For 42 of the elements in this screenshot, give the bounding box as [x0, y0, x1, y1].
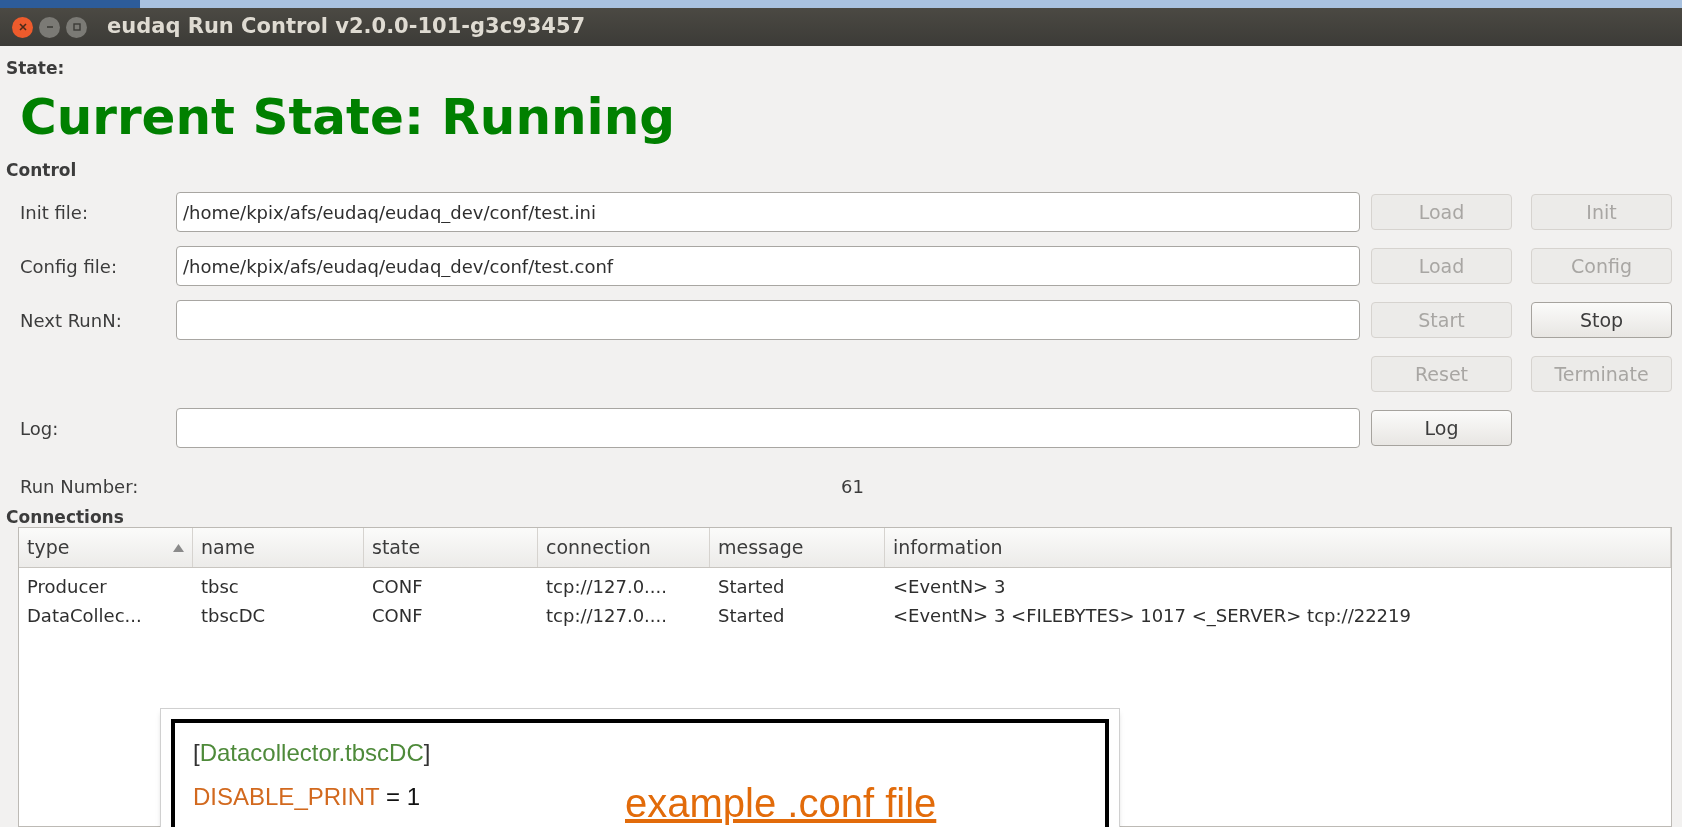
column-header[interactable]: name [193, 528, 364, 567]
run-number-label: Run Number: [19, 474, 140, 499]
table-cell: CONF [372, 605, 423, 626]
column-header[interactable]: message [710, 528, 885, 567]
action-button[interactable]: Stop [1531, 302, 1672, 338]
annotation-caption: example .conf file [625, 780, 937, 827]
config-line: [Datacollector.tbscDC] [193, 738, 431, 768]
minimize-icon[interactable] [39, 16, 60, 38]
config-line: DISABLE_PRINT = 1 [193, 782, 420, 812]
table-cell: DataCollec... [27, 605, 142, 626]
text-field[interactable]: /home/kpix/afs/eudaq/eudaq_dev/conf/test.ini [176, 192, 1360, 232]
connections-label: Connections [6, 507, 124, 527]
close-icon[interactable] [12, 16, 33, 38]
table-cell: Producer [27, 576, 107, 597]
table-cell: tcp://127.0.... [546, 576, 667, 597]
field-label: Config file: [20, 255, 117, 277]
text-field[interactable] [176, 408, 1360, 448]
field-label: Next RunN: [20, 309, 122, 331]
table-cell: tcp://127.0.... [546, 605, 667, 626]
action-button[interactable]: Log [1371, 410, 1512, 446]
field-label: Log: [20, 417, 59, 439]
run-number-value: 61 [841, 474, 864, 499]
table-cell: Started [718, 576, 785, 597]
table-cell: tbscDC [201, 605, 266, 626]
text-field[interactable] [176, 300, 1360, 340]
table-cell: Started [718, 605, 785, 626]
current-state: Current State: Running [20, 86, 676, 148]
table-cell: tbsc [201, 576, 239, 597]
maximize-icon[interactable] [66, 16, 87, 38]
table-cell: CONF [372, 576, 423, 597]
column-header[interactable]: information [885, 528, 1671, 567]
table-cell: <EventN> 3 <FILEBYTES> 1017 <_SERVER> tcp://22219 [893, 605, 1411, 626]
state-label: State: [6, 57, 65, 80]
control-label: Control [6, 158, 77, 182]
text-field[interactable]: /home/kpix/afs/eudaq/eudaq_dev/conf/test.conf [176, 246, 1360, 286]
table-cell: <EventN> 3 [893, 576, 1006, 597]
column-header[interactable]: state [364, 528, 538, 567]
sort-up-icon [173, 543, 184, 552]
field-label: Init file: [20, 201, 88, 223]
column-header[interactable]: connection [538, 528, 710, 567]
column-header[interactable]: type [19, 528, 193, 567]
window-title: eudaq Run Control v2.0.0-101-g3c93457 [107, 13, 586, 41]
